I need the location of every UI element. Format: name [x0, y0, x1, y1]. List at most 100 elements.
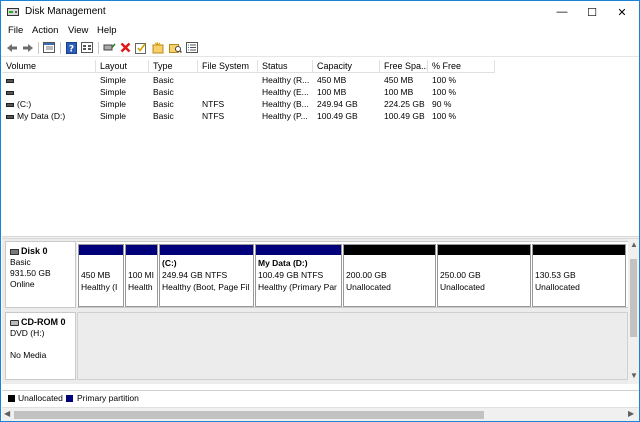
status-cell: Healthy (P... — [262, 111, 308, 121]
partition-status: Unallocated — [535, 282, 580, 292]
check-icon[interactable] — [134, 41, 148, 54]
partition-size: 200.00 GB — [346, 270, 387, 280]
back-arrow-icon[interactable] — [5, 41, 19, 54]
partition-c[interactable]: (C:) 249.94 GB NTFS Healthy (Boot, Page … — [159, 244, 254, 307]
toolbar-separator — [38, 42, 39, 54]
column-header-status[interactable]: Status — [258, 60, 313, 73]
partition-size: 450 MB — [81, 270, 111, 280]
partition-title: My Data (D:) — [258, 258, 308, 268]
status-cell: Healthy (E... — [262, 87, 309, 97]
disk-graphical-view: Disk 0 Basic 931.50 GB Online 450 MB Hea… — [2, 239, 628, 384]
menu-help[interactable]: Help — [97, 25, 117, 36]
scroll-down-icon[interactable]: ▼ — [630, 371, 638, 380]
percent-free-cell: 90 % — [432, 99, 452, 109]
menu-file[interactable]: File — [8, 25, 23, 36]
column-header-type[interactable]: Type — [149, 60, 198, 73]
volume-name: My Data (D:) — [17, 111, 66, 121]
disk-row: Disk 0 Basic 931.50 GB Online 450 MB Hea… — [2, 239, 628, 310]
column-header-percent-free[interactable]: % Free — [428, 60, 495, 73]
menu-bar: File Action View Help — [1, 23, 639, 39]
menu-view[interactable]: View — [68, 25, 88, 36]
volume-icon — [6, 114, 14, 119]
new-folder-icon[interactable] — [151, 41, 165, 54]
partition-efi[interactable]: 100 MI Health — [125, 244, 158, 307]
search-folder-icon[interactable] — [168, 41, 182, 54]
disk-size — [10, 339, 71, 350]
partition-recovery[interactable]: 450 MB Healthy (I — [78, 244, 124, 307]
minimize-button[interactable]: — — [547, 1, 577, 23]
partition-unallocated-3[interactable]: 130.53 GB Unallocated — [532, 244, 626, 307]
menu-action[interactable]: Action — [32, 25, 58, 36]
cd-rom-icon — [10, 319, 19, 326]
column-header-volume[interactable]: Volume — [2, 60, 96, 73]
column-header-file-system[interactable]: File System — [198, 60, 258, 73]
cd-rom-0-label[interactable]: CD-ROM 0 DVD (H:) No Media — [5, 312, 76, 380]
scroll-right-icon[interactable]: ▶ — [628, 409, 634, 418]
partition-info: 130.53 GB Unallocated — [535, 257, 624, 293]
column-header-capacity[interactable]: Capacity — [313, 60, 380, 73]
partition-info: 200.00 GB Unallocated — [346, 257, 434, 293]
partition-title: (C:) — [162, 258, 177, 268]
type-cell: Basic — [153, 111, 174, 121]
partition-size: 250.00 GB — [440, 270, 481, 280]
volume-icon — [6, 78, 14, 83]
disk-name: Disk 0 — [21, 246, 48, 256]
partition-d[interactable]: My Data (D:) 100.49 GB NTFS Healthy (Pri… — [255, 244, 342, 307]
file-system-cell: NTFS — [202, 99, 225, 109]
help-icon[interactable]: ? — [64, 41, 78, 54]
status-cell: Healthy (B... — [262, 99, 309, 109]
volume-name: (C:) — [17, 99, 32, 109]
partition-info: (C:) 249.94 GB NTFS Healthy (Boot, Page … — [162, 257, 252, 293]
maximize-button[interactable]: ☐ — [577, 1, 607, 23]
partition-status: Unallocated — [346, 282, 391, 292]
vertical-scroll-thumb[interactable] — [630, 259, 637, 337]
partition-status: Healthy (I — [81, 282, 118, 292]
title-bar[interactable]: Disk Management — ☐ ✕ — [1, 1, 639, 23]
list-icon[interactable] — [185, 41, 199, 54]
column-header-layout[interactable]: Layout — [96, 60, 149, 73]
disk-size: 931.50 GB — [10, 268, 51, 278]
partition-status: Healthy (Primary Par — [258, 282, 337, 292]
settings-icon[interactable] — [80, 41, 94, 54]
disk-type: DVD (H:) — [10, 328, 45, 338]
disk-0-label[interactable]: Disk 0 Basic 931.50 GB Online — [5, 241, 76, 308]
capacity-cell: 450 MB — [317, 75, 347, 85]
close-button[interactable]: ✕ — [607, 1, 637, 23]
connect-icon[interactable] — [102, 41, 116, 54]
layout-cell: Simple — [100, 111, 126, 121]
properties-icon[interactable] — [42, 41, 56, 54]
partition-type-bar — [79, 245, 123, 255]
layout-cell: Simple — [100, 87, 126, 97]
percent-free-cell: 100 % — [432, 75, 457, 85]
partition-type-bar — [160, 245, 253, 255]
layout-cell: Simple — [100, 75, 126, 85]
scroll-left-icon[interactable]: ◀ — [4, 409, 10, 418]
legend-label-unallocated: Unallocated — [18, 393, 63, 403]
percent-free-cell: 100 % — [432, 111, 457, 121]
partition-type-bar — [438, 245, 530, 255]
partition-size: 130.53 GB — [535, 270, 576, 280]
scroll-up-icon[interactable]: ▲ — [630, 240, 638, 249]
horizontal-scroll-thumb[interactable] — [14, 411, 484, 419]
disk-name: CD-ROM 0 — [21, 317, 66, 327]
column-header-free-space[interactable]: Free Spa... — [380, 60, 428, 73]
free-space-cell: 100 MB — [384, 87, 414, 97]
forward-arrow-icon[interactable] — [21, 41, 35, 54]
partition-size: 100 MI — [128, 270, 154, 280]
legend: Unallocated Primary partition — [2, 390, 639, 406]
partition-unallocated-1[interactable]: 200.00 GB Unallocated — [343, 244, 436, 307]
toolbar: ? — [1, 39, 639, 57]
volume-cell: (C:) — [2, 99, 96, 109]
delete-icon[interactable] — [118, 41, 132, 54]
maximize-icon: ☐ — [587, 6, 597, 19]
partition-status: Health — [128, 282, 153, 292]
disk-type: Basic — [10, 257, 31, 267]
vertical-scrollbar[interactable]: ▲ ▼ — [628, 239, 639, 384]
partition-info: 250.00 GB Unallocated — [440, 257, 529, 293]
horizontal-scrollbar[interactable]: ◀ ▶ — [2, 407, 639, 421]
partition-size: 100.49 GB NTFS — [258, 270, 324, 280]
partition-unallocated-2[interactable]: 250.00 GB Unallocated — [437, 244, 531, 307]
partition-info: My Data (D:) 100.49 GB NTFS Healthy (Pri… — [258, 257, 340, 293]
partition-info: 450 MB Healthy (I — [81, 257, 122, 293]
volume-icon — [6, 102, 14, 107]
